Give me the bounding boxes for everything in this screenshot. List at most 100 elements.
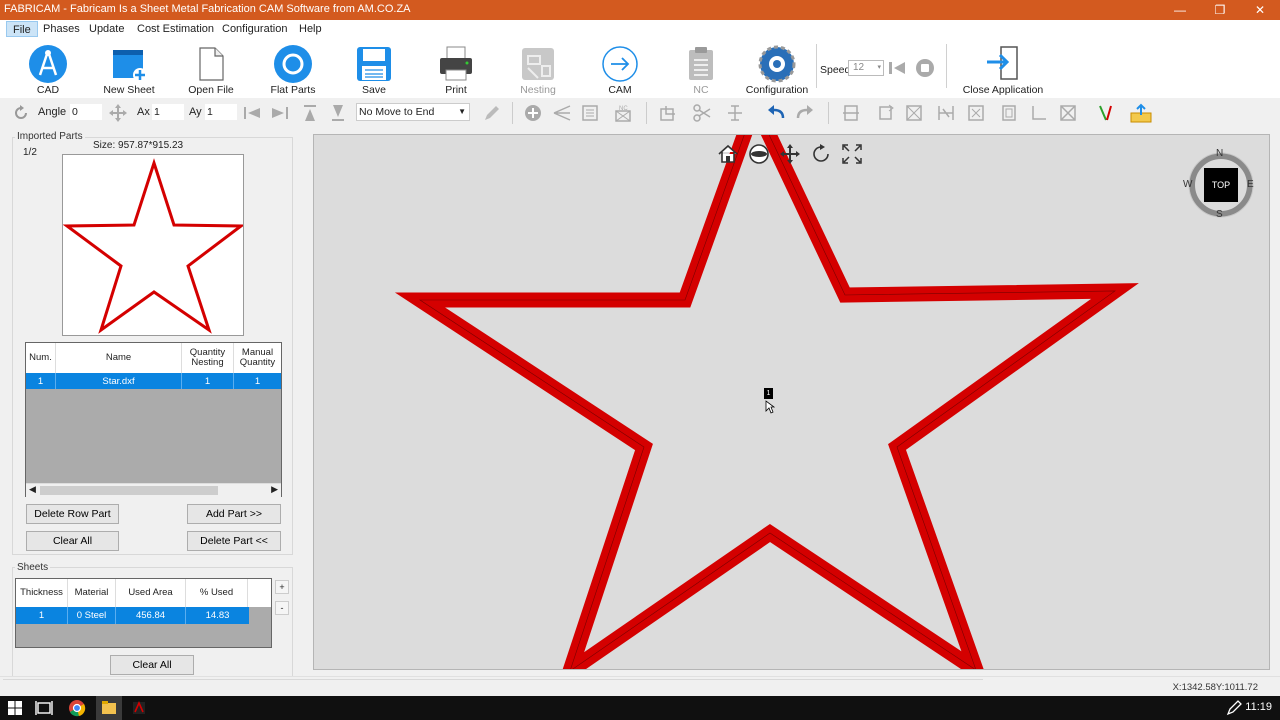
move-to-end-select[interactable]: No Move to End ▼: [356, 103, 470, 121]
scroll-left-icon[interactable]: ◀: [29, 484, 36, 495]
col-manual-quantity[interactable]: Manual Quantity: [234, 343, 281, 373]
rotate-part-icon[interactable]: [876, 103, 896, 123]
minimize-button[interactable]: —: [1160, 0, 1200, 20]
arrow-left-end-icon[interactable]: [242, 103, 262, 123]
scroll-right-icon[interactable]: ▶: [271, 484, 278, 495]
sheets-table-header: Thickness Material Used Area % Used: [16, 579, 271, 607]
col-percent-used[interactable]: % Used: [186, 579, 248, 607]
file-explorer-icon[interactable]: [99, 698, 119, 718]
clear-all-parts-button[interactable]: Clear All: [26, 531, 119, 551]
pan-icon[interactable]: [779, 143, 801, 165]
skip-back-icon[interactable]: [887, 59, 907, 77]
task-view-icon[interactable]: [34, 698, 54, 718]
arrow-right-end-icon[interactable]: [270, 103, 290, 123]
zoom-extents-icon[interactable]: [841, 143, 863, 165]
status-divider: [3, 679, 983, 680]
row-qty-nesting[interactable]: 1: [182, 373, 234, 389]
home-icon[interactable]: [717, 143, 739, 165]
menu-phases[interactable]: Phases: [37, 21, 86, 37]
table-row[interactable]: 1 Star.dxf 1 1: [26, 373, 281, 389]
cad-button[interactable]: CAD: [8, 42, 88, 98]
compass-west[interactable]: W: [1183, 179, 1192, 190]
clear-all-sheets-button[interactable]: Clear All: [110, 655, 194, 675]
crop-icon[interactable]: [658, 103, 678, 123]
remove-sheet-button[interactable]: -: [275, 601, 289, 615]
align-icon[interactable]: [841, 103, 861, 123]
lead-in-icon[interactable]: [1096, 103, 1116, 123]
arrow-down-end-icon[interactable]: [328, 103, 348, 123]
undo-icon[interactable]: [766, 103, 786, 123]
rotate-view-icon[interactable]: [810, 143, 832, 165]
print-button[interactable]: Print: [416, 42, 496, 98]
angle-input[interactable]: 0: [70, 104, 102, 120]
ay-input[interactable]: 1: [205, 104, 237, 120]
menu-cost-estimation[interactable]: Cost Estimation: [131, 21, 220, 37]
delete-cross-icon[interactable]: [1058, 103, 1078, 123]
compass-south[interactable]: S: [1216, 209, 1223, 220]
col-quantity-nesting[interactable]: Quantity Nesting: [182, 343, 234, 373]
compass-east[interactable]: E: [1247, 179, 1254, 190]
nc-button[interactable]: NC: [661, 42, 741, 98]
open-file-button[interactable]: Open File: [171, 42, 251, 98]
col-name[interactable]: Name: [56, 343, 182, 373]
delete-row-part-button[interactable]: Delete Row Part: [26, 504, 119, 524]
row-manual-qty[interactable]: 1: [234, 373, 281, 389]
branch-icon[interactable]: [725, 103, 745, 123]
speed-value: 12: [853, 62, 865, 73]
new-sheet-button[interactable]: New Sheet: [89, 42, 169, 98]
mirror-icon[interactable]: [904, 103, 924, 123]
cam-button[interactable]: CAM: [580, 42, 660, 98]
chrome-icon[interactable]: [67, 698, 87, 718]
speed-label: Speed: [820, 64, 851, 76]
add-part-button[interactable]: Add Part >>: [187, 504, 281, 524]
col-material[interactable]: Material: [68, 579, 116, 607]
menu-help[interactable]: Help: [293, 21, 328, 37]
redo-icon[interactable]: [795, 103, 815, 123]
ax-input[interactable]: 1: [152, 104, 184, 120]
arrow-up-end-icon[interactable]: [300, 103, 320, 123]
scissor-icon[interactable]: [692, 103, 712, 123]
nc-toolpath-icon[interactable]: NC: [613, 103, 633, 123]
windows-start-icon[interactable]: [5, 698, 25, 718]
export-sheet-icon[interactable]: [1128, 103, 1154, 123]
configuration-button[interactable]: Configuration: [737, 42, 817, 98]
scrollbar-thumb[interactable]: [40, 486, 218, 495]
save-button[interactable]: Save: [334, 42, 414, 98]
configuration-label: Configuration: [745, 84, 809, 96]
bridge-icon[interactable]: [936, 103, 956, 123]
col-thickness[interactable]: Thickness: [16, 579, 68, 607]
move-icon[interactable]: [108, 103, 128, 123]
angle-line-icon[interactable]: [552, 103, 572, 123]
frame-icon[interactable]: [999, 103, 1019, 123]
add-circle-icon[interactable]: [523, 103, 543, 123]
restore-button[interactable]: ❐: [1200, 0, 1240, 20]
corner-icon[interactable]: [1028, 103, 1048, 123]
col-num[interactable]: Num.: [26, 343, 56, 373]
table-row[interactable]: 1 0 Steel 456.84 14.83: [16, 607, 249, 624]
menu-configuration[interactable]: Configuration: [216, 21, 293, 37]
close-window-button[interactable]: ✕: [1240, 0, 1280, 20]
view-cube-top[interactable]: TOP: [1204, 168, 1238, 202]
rotate-icon[interactable]: [11, 103, 31, 123]
fabricam-taskbar-icon[interactable]: [129, 698, 149, 718]
drawing-canvas[interactable]: TOP N S E W 1: [313, 134, 1270, 670]
orbit-icon[interactable]: [748, 143, 770, 165]
compass-north[interactable]: N: [1216, 148, 1223, 159]
pen-tray-icon[interactable]: [1224, 698, 1244, 718]
clock[interactable]: 11:19: [1245, 701, 1272, 713]
delete-part-button[interactable]: Delete Part <<: [187, 531, 281, 551]
col-used-area[interactable]: Used Area: [116, 579, 186, 607]
close-application-button[interactable]: Close Application: [962, 42, 1044, 98]
nesting-button[interactable]: Nesting: [498, 42, 578, 98]
menu-update[interactable]: Update: [83, 21, 130, 37]
menu-file[interactable]: File: [6, 21, 38, 37]
parts-table-scrollbar[interactable]: ◀ ▶: [26, 483, 281, 497]
sheet-used-area: 456.84: [116, 607, 186, 624]
flat-parts-button[interactable]: Flat Parts: [253, 42, 333, 98]
add-sheet-button[interactable]: +: [275, 580, 289, 594]
micro-joint-icon[interactable]: [966, 103, 986, 123]
stop-icon[interactable]: [915, 58, 935, 78]
pencil-icon[interactable]: [482, 103, 502, 123]
fit-frame-icon[interactable]: [580, 103, 600, 123]
speed-select[interactable]: 12 ▾: [848, 60, 884, 76]
